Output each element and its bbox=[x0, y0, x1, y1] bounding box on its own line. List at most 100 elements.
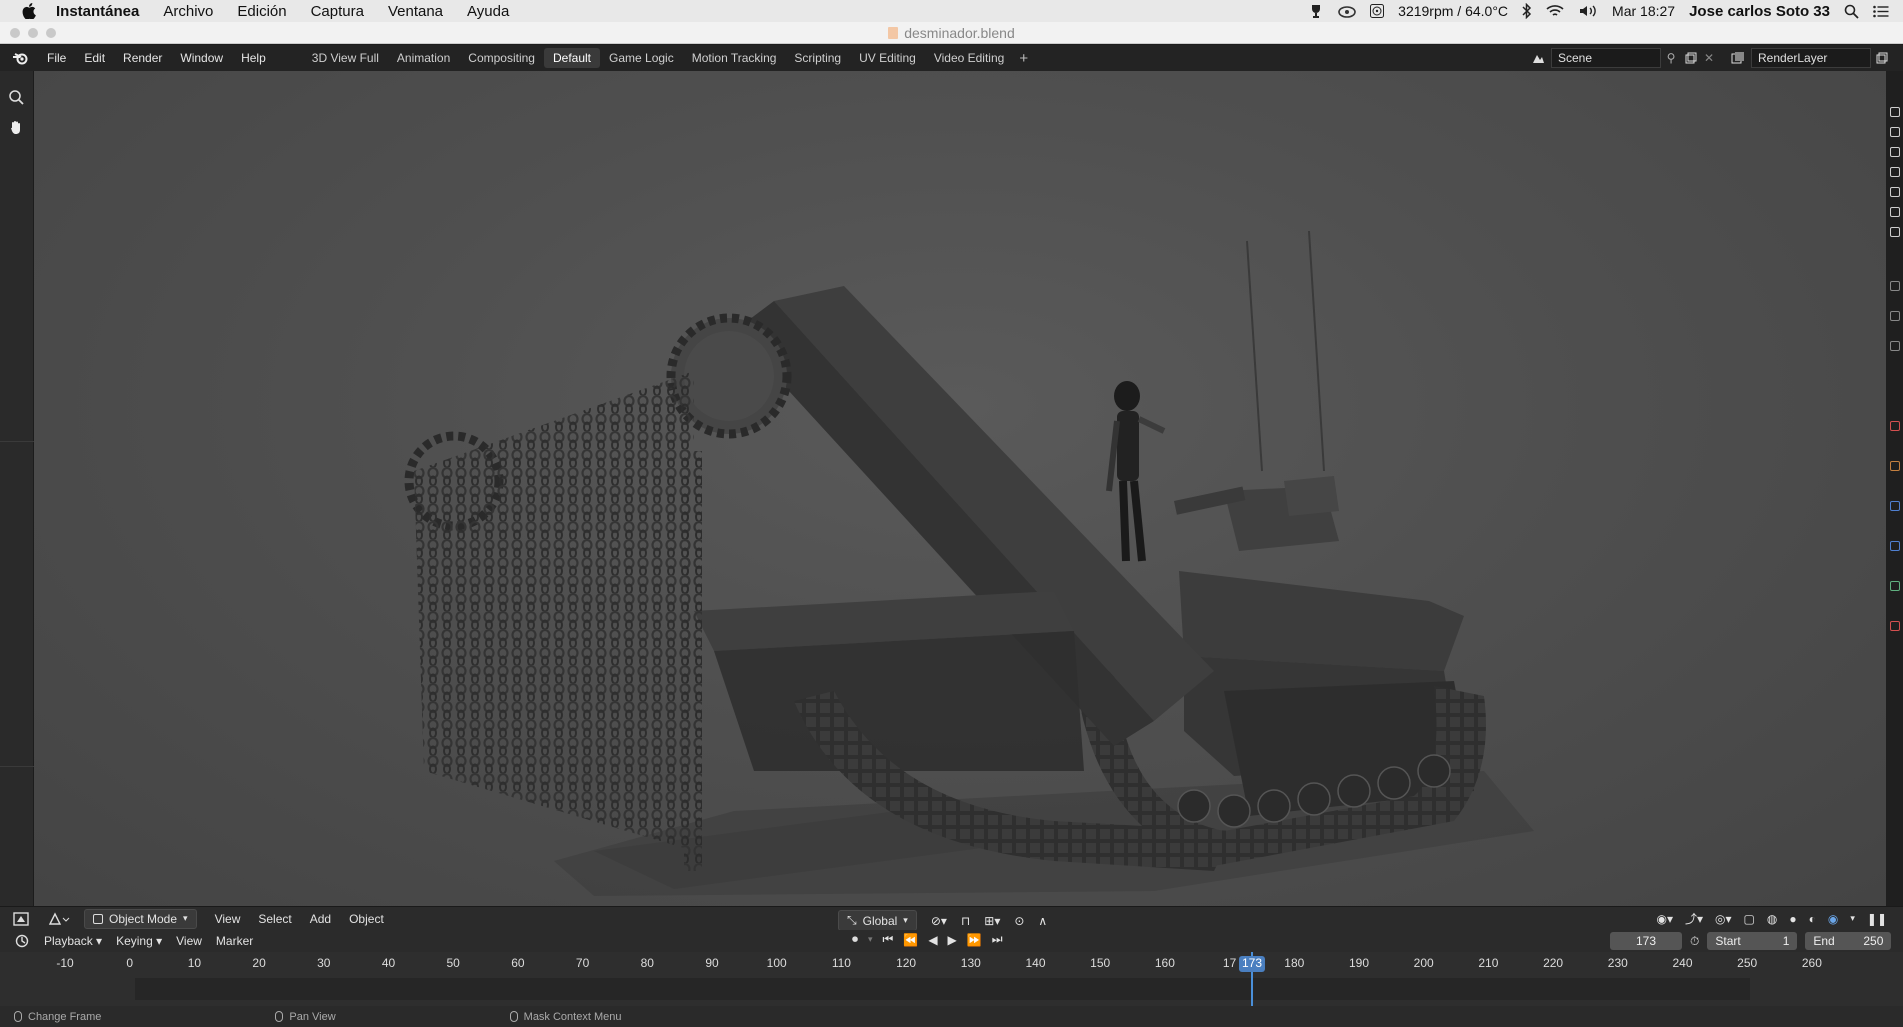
workspace-tab-uv-editing[interactable]: UV Editing bbox=[850, 48, 925, 68]
jump-end-icon[interactable]: ⏭ bbox=[992, 932, 1003, 947]
workspace-tab-motion-tracking[interactable]: Motion Tracking bbox=[683, 48, 786, 68]
current-frame-field[interactable]: 173 bbox=[1610, 932, 1682, 950]
volume-icon[interactable] bbox=[1578, 4, 1598, 18]
scene-icon[interactable] bbox=[1525, 51, 1551, 65]
apple-icon[interactable] bbox=[18, 0, 40, 22]
object-data-icon[interactable] bbox=[1890, 581, 1900, 591]
pan-view-icon[interactable] bbox=[4, 115, 28, 139]
world-props-icon[interactable] bbox=[1890, 187, 1900, 197]
overlay-icon[interactable]: ◎▾ bbox=[1715, 912, 1732, 926]
menu-render[interactable]: Render bbox=[114, 51, 171, 65]
mode-dropdown[interactable]: Object Mode ▾ bbox=[84, 908, 197, 929]
menu-file[interactable]: File bbox=[38, 51, 75, 65]
particle-props-icon[interactable] bbox=[1890, 501, 1900, 511]
workspace-tab-scripting[interactable]: Scripting bbox=[785, 48, 850, 68]
view-layer-props-icon[interactable] bbox=[1890, 147, 1900, 157]
menu-view[interactable]: View bbox=[215, 912, 241, 926]
timeline-ruler[interactable]: -10 0 10 20 30 40 50 60 70 80 90 100 110 120 130 140 150… bbox=[0, 952, 1903, 1006]
material-props-icon[interactable] bbox=[1890, 421, 1900, 431]
zoom-window-button[interactable] bbox=[46, 28, 56, 38]
user-name[interactable]: Jose carlos Soto 33 bbox=[1689, 3, 1830, 20]
workspace-tab-default[interactable]: Default bbox=[543, 48, 601, 68]
jump-start-icon[interactable]: ⏮ bbox=[883, 932, 894, 947]
app-name[interactable]: Instantánea bbox=[56, 3, 139, 20]
menu-edit[interactable]: Edit bbox=[75, 51, 114, 65]
snap-icon[interactable]: ⊓ bbox=[961, 914, 970, 928]
menu-help[interactable]: Help bbox=[232, 51, 275, 65]
menu-playback[interactable]: Playback ▾ bbox=[44, 934, 102, 948]
xray-icon[interactable]: ▢ bbox=[1744, 912, 1755, 926]
jump-keyframe-forward-icon[interactable]: ⏩ bbox=[967, 933, 982, 947]
new-scene-icon[interactable] bbox=[1681, 52, 1701, 64]
menu-captura[interactable]: Captura bbox=[311, 3, 364, 20]
menu-ventana[interactable]: Ventana bbox=[388, 3, 443, 20]
fan-icon[interactable] bbox=[1370, 4, 1385, 18]
menu-keying[interactable]: Keying ▾ bbox=[116, 934, 162, 948]
end-frame-field[interactable]: End 250 bbox=[1805, 932, 1892, 950]
menu-ayuda[interactable]: Ayuda bbox=[467, 3, 509, 20]
trophy-icon[interactable] bbox=[1308, 3, 1324, 19]
snap-target-icon[interactable]: ⊞▾ bbox=[984, 914, 1000, 928]
menu-window[interactable]: Window bbox=[171, 51, 232, 65]
render-layer-field[interactable]: RenderLayer bbox=[1751, 48, 1871, 68]
workspace-tab-game-logic[interactable]: Game Logic bbox=[600, 48, 683, 68]
workspace-tab-3d-view-full[interactable]: 3D View Full bbox=[303, 48, 388, 68]
pin-icon[interactable]: ⚲ bbox=[1661, 51, 1681, 65]
record-icon[interactable]: ⏺ bbox=[852, 932, 858, 947]
visibility-icon[interactable]: ◉▾ bbox=[1657, 912, 1674, 926]
jump-keyframe-back-icon[interactable]: ⏪ bbox=[903, 933, 918, 947]
menu-edicion[interactable]: Edición bbox=[237, 3, 286, 20]
delete-scene-icon[interactable]: ✕ bbox=[1701, 51, 1717, 65]
proportional-edit-icon[interactable]: ⊙ bbox=[1014, 914, 1024, 928]
new-layer-icon[interactable] bbox=[1871, 52, 1893, 64]
scene-name-field[interactable]: Scene bbox=[1551, 48, 1661, 68]
output-props-icon[interactable] bbox=[1890, 127, 1900, 137]
constraints-props-icon[interactable] bbox=[1890, 311, 1900, 321]
workspace-tab-compositing[interactable]: Compositing bbox=[459, 48, 544, 68]
playhead-frame-label[interactable]: 173 bbox=[1238, 956, 1266, 972]
render-layer-icon[interactable] bbox=[1725, 51, 1751, 65]
menu-object[interactable]: Object bbox=[349, 912, 384, 926]
3d-viewport[interactable]: ‹› bbox=[34, 71, 1886, 906]
preview-range-icon[interactable]: ⏱ bbox=[1690, 934, 1699, 949]
shader-props-icon[interactable] bbox=[1890, 541, 1900, 551]
creative-cloud-icon[interactable] bbox=[1338, 4, 1356, 18]
clock[interactable]: Mar 18:27 bbox=[1612, 3, 1675, 19]
transform-orientation-dropdown[interactable]: ⤡ Global ▾ bbox=[838, 910, 917, 931]
material-shading-icon[interactable]: ◐ bbox=[1809, 912, 1816, 926]
modifier-props-icon[interactable] bbox=[1890, 227, 1900, 237]
workspace-tab-animation[interactable]: Animation bbox=[388, 48, 459, 68]
play-reverse-icon[interactable]: ◀ bbox=[928, 933, 937, 947]
workspace-tab-video-editing[interactable]: Video Editing bbox=[925, 48, 1014, 68]
render-props-icon[interactable] bbox=[1890, 107, 1900, 117]
record-options-icon[interactable]: ▾ bbox=[868, 934, 873, 945]
data-props-icon[interactable] bbox=[1890, 341, 1900, 351]
start-frame-field[interactable]: Start 1 bbox=[1707, 932, 1798, 950]
physics-props-icon[interactable] bbox=[1890, 281, 1900, 291]
pause-icon[interactable]: ❚❚ bbox=[1867, 912, 1887, 926]
menu-timeline-view[interactable]: View bbox=[176, 934, 202, 948]
wireframe-shading-icon[interactable]: ◍ bbox=[1767, 912, 1777, 926]
object-props-icon[interactable] bbox=[1890, 207, 1900, 217]
menu-add[interactable]: Add bbox=[310, 912, 331, 926]
menu-select[interactable]: Select bbox=[258, 912, 291, 926]
pivot-point-icon[interactable]: ⊘▾ bbox=[931, 914, 947, 928]
chevron-down-icon[interactable]: ▾ bbox=[1850, 913, 1855, 924]
play-icon[interactable]: ▶ bbox=[948, 933, 957, 947]
rendered-shading-icon[interactable]: ◉ bbox=[1828, 912, 1838, 926]
notification-center-icon[interactable] bbox=[1873, 5, 1889, 18]
solid-shading-icon[interactable]: ● bbox=[1789, 912, 1796, 926]
menu-archivo[interactable]: Archivo bbox=[163, 3, 213, 20]
zoom-view-icon[interactable] bbox=[4, 85, 28, 109]
bluetooth-icon[interactable] bbox=[1522, 3, 1532, 19]
wifi-icon[interactable] bbox=[1546, 4, 1564, 18]
minimize-window-button[interactable] bbox=[28, 28, 38, 38]
texture-slot-icon[interactable] bbox=[1890, 621, 1900, 631]
scene-props-icon[interactable] bbox=[1890, 167, 1900, 177]
timeline-editor-icon[interactable] bbox=[12, 934, 34, 948]
view-options-icon[interactable] bbox=[46, 911, 72, 926]
close-window-button[interactable] bbox=[10, 28, 20, 38]
add-workspace-button[interactable]: + bbox=[1013, 50, 1034, 67]
texture-props-icon[interactable] bbox=[1890, 461, 1900, 471]
falloff-icon[interactable]: ∧ bbox=[1038, 914, 1047, 928]
